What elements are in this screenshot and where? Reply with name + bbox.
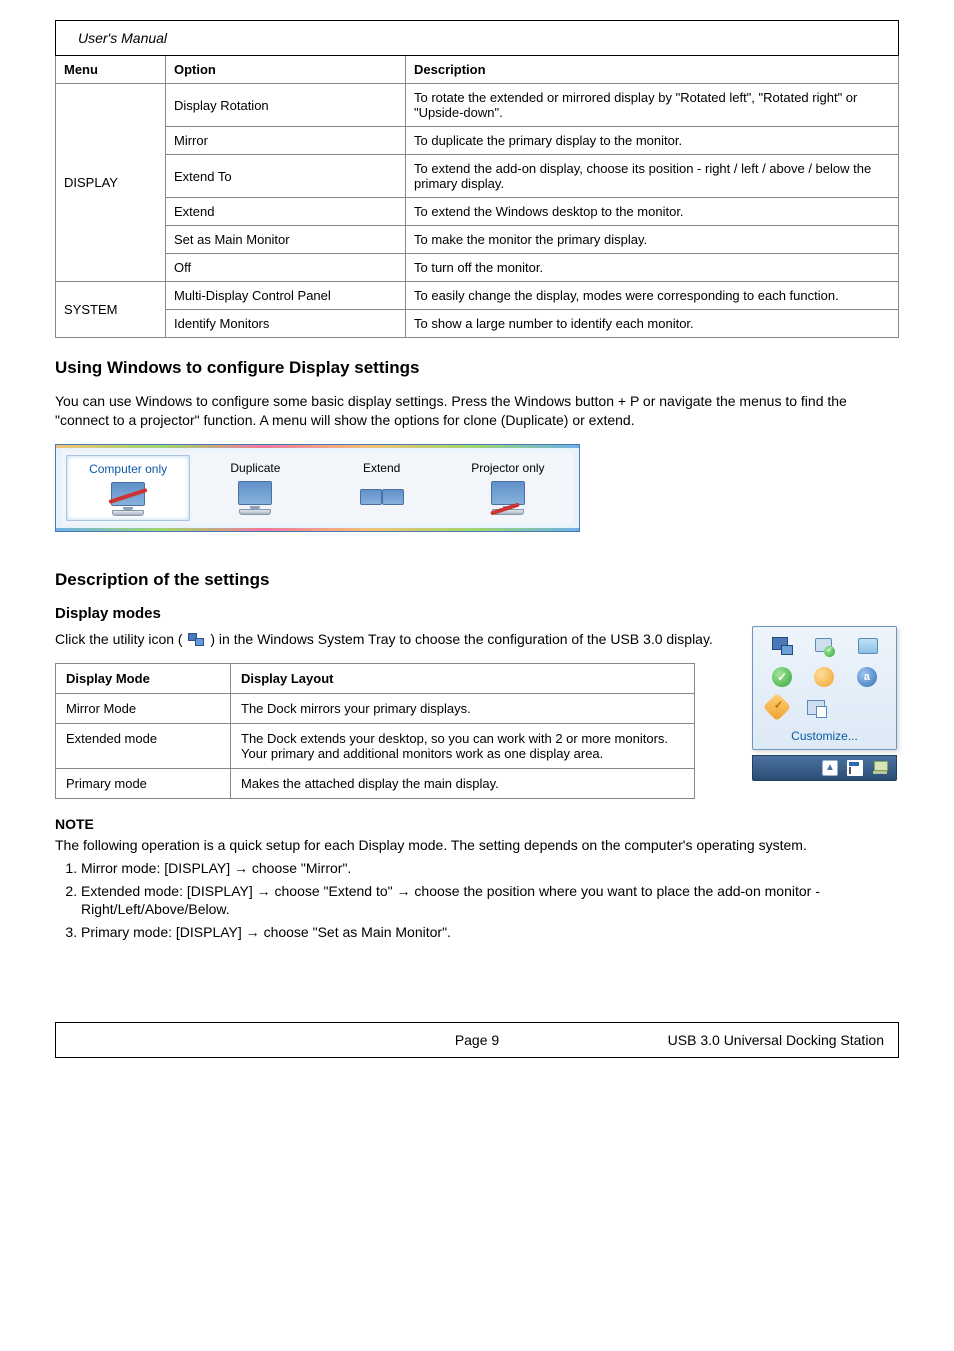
opt: Extend: [166, 198, 406, 226]
opt: Extend To: [166, 155, 406, 198]
opt: Multi-Display Control Panel: [166, 282, 406, 310]
opt: Set as Main Monitor: [166, 226, 406, 254]
th-option: Option: [166, 56, 406, 84]
desc: To easily change the display, modes were…: [406, 282, 899, 310]
modes-th-layout: Display Layout: [231, 663, 695, 693]
proj-option-computer-only[interactable]: Computer only: [66, 455, 190, 521]
tray-display-utility-icon[interactable]: [771, 635, 793, 657]
mode-cell: Primary mode: [56, 768, 231, 798]
computer-only-icon: [106, 480, 150, 518]
layout-cell: Makes the attached display the main disp…: [231, 768, 695, 798]
taskbar-notification-area: [752, 755, 897, 781]
action-center-flag-icon[interactable]: [847, 760, 863, 776]
opt: Display Rotation: [166, 84, 406, 127]
proj-option-projector-only[interactable]: Projector only: [447, 455, 569, 521]
tray-monitor-ok-icon[interactable]: [813, 635, 835, 657]
proj-option-label: Computer only: [69, 462, 187, 476]
power-battery-icon[interactable]: [872, 760, 888, 776]
note-list: Mirror mode: [DISPLAY] → choose "Mirror"…: [55, 859, 899, 943]
opt: Off: [166, 254, 406, 282]
desc: To duplicate the primary display to the …: [406, 127, 899, 155]
note-item: Mirror mode: [DISPLAY] → choose "Mirror"…: [81, 859, 899, 878]
desc: To show a large number to identify each …: [406, 310, 899, 338]
tray-check-green-icon[interactable]: [772, 667, 792, 687]
proj-option-duplicate[interactable]: Duplicate: [194, 455, 316, 521]
section1-p1: You can use Windows to configure some ba…: [55, 392, 899, 430]
footer-box: Page 9 USB 3.0 Universal Docking Station: [55, 1022, 899, 1058]
header-label: User's Manual: [56, 30, 167, 46]
tray-blue-a-icon[interactable]: [857, 667, 877, 687]
opt: Mirror: [166, 127, 406, 155]
utility-tray-icon: [188, 633, 204, 647]
note-item: Primary mode: [DISPLAY] → choose "Set as…: [81, 923, 899, 942]
tray-monitor-page-icon[interactable]: [805, 697, 827, 719]
opt: Identify Monitors: [166, 310, 406, 338]
proj-option-label: Projector only: [449, 461, 567, 475]
options-table: Menu Option Description DISPLAY Display …: [55, 55, 899, 338]
mode-cell: Extended mode: [56, 723, 231, 768]
menu-system: SYSTEM: [56, 282, 166, 338]
tray-window-icon[interactable]: [856, 635, 878, 657]
layout-cell: The Dock mirrors your primary displays.: [231, 693, 695, 723]
projector-panel: Computer only Duplicate Extend: [55, 444, 580, 532]
lead-a: Click the utility icon (: [55, 631, 183, 647]
th-menu: Menu: [56, 56, 166, 84]
desc: To extend the Windows desktop to the mon…: [406, 198, 899, 226]
display-modes-heading: Display modes: [55, 604, 899, 624]
modes-table: Display Mode Display Layout Mirror Mode …: [55, 663, 695, 799]
proj-option-label: Extend: [323, 461, 441, 475]
mode-cell: Mirror Mode: [56, 693, 231, 723]
header-box: User's Manual: [55, 20, 899, 56]
footer-right: USB 3.0 Universal Docking Station: [668, 1032, 884, 1048]
layout-cell: The Dock extends your desktop, so you ca…: [231, 723, 695, 768]
section2-title: Description of the settings: [55, 570, 899, 590]
tray-orange-round-icon[interactable]: [814, 667, 834, 687]
desc: To make the monitor the primary display.: [406, 226, 899, 254]
lead-b: ) in the Windows System Tray to choose t…: [210, 631, 712, 647]
note-block: NOTE The following operation is a quick …: [55, 815, 899, 942]
proj-option-label: Duplicate: [196, 461, 314, 475]
modes-th-mode: Display Mode: [56, 663, 231, 693]
tray-customize-link[interactable]: Customize...: [791, 729, 858, 743]
th-desc: Description: [406, 56, 899, 84]
note-label: NOTE: [55, 816, 94, 832]
note-item: Extended mode: [DISPLAY] → choose "Exten…: [81, 882, 899, 920]
desc: To rotate the extended or mirrored displ…: [406, 84, 899, 127]
projector-only-icon: [486, 479, 530, 517]
menu-display: DISPLAY: [56, 84, 166, 282]
proj-option-extend[interactable]: Extend: [321, 455, 443, 521]
desc: To turn off the monitor.: [406, 254, 899, 282]
duplicate-icon: [233, 479, 277, 517]
desc: To extend the add-on display, choose its…: [406, 155, 899, 198]
show-hidden-icons-button[interactable]: [822, 760, 838, 776]
tray-orange-diamond-icon[interactable]: [763, 693, 791, 721]
extend-icon: [360, 479, 404, 517]
system-tray-popup: Customize...: [752, 626, 897, 781]
note-intro: The following operation is a quick setup…: [55, 836, 899, 855]
section1-title: Using Windows to configure Display setti…: [55, 358, 899, 378]
